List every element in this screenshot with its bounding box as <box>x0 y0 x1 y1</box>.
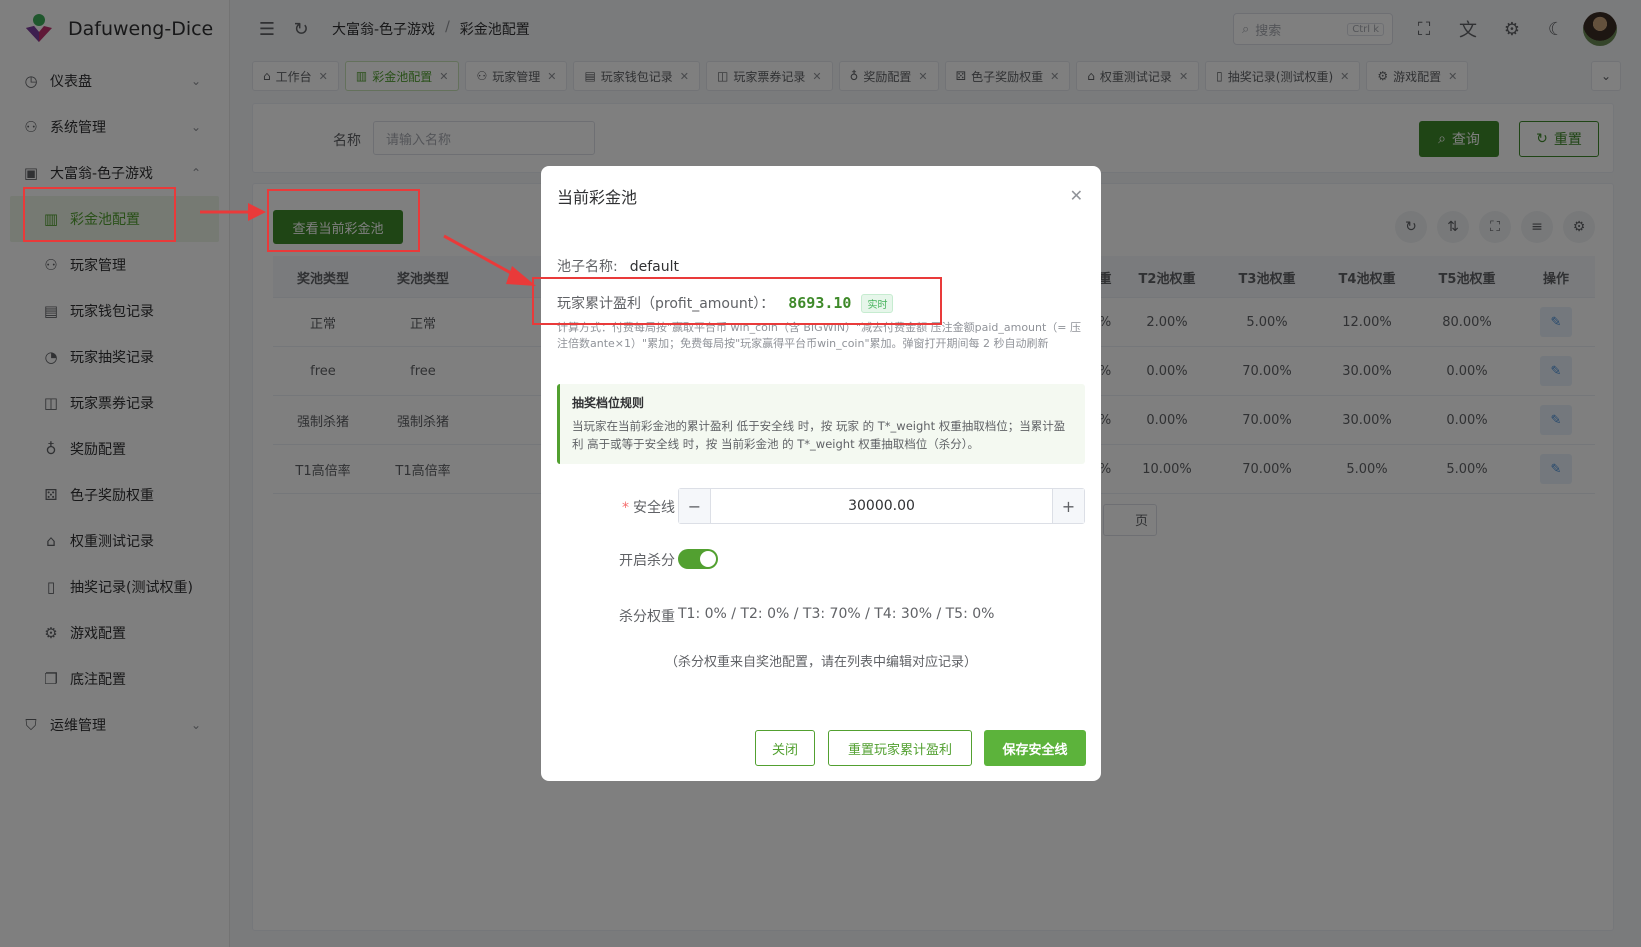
close-icon[interactable]: ✕ <box>1070 186 1083 205</box>
annotation-box-profit <box>532 277 942 325</box>
rule-text: 当玩家在当前彩金池的累计盈利 低于安全线 时，按 玩家 的 T*_weight … <box>572 419 1066 451</box>
increment-button[interactable]: + <box>1052 489 1084 523</box>
close-button[interactable]: 关闭 <box>755 730 815 766</box>
kill-weight-value: T1: 0% / T2: 0% / T3: 70% / T4: 30% / T5… <box>678 606 995 622</box>
draw-rule-box: 抽奖档位规则 当玩家在当前彩金池的累计盈利 低于安全线 时，按 玩家 的 T*_… <box>557 384 1085 464</box>
annotation-arrow <box>200 203 266 221</box>
annotation-arrow <box>443 234 536 286</box>
safety-line-input[interactable]: 30000.00 <box>711 489 1052 523</box>
pool-name: 池子名称: default <box>557 259 679 275</box>
reset-profit-button[interactable]: 重置玩家累计盈利 <box>828 730 972 766</box>
dialog-title: 当前彩金池 <box>557 188 638 207</box>
kill-switch-toggle[interactable] <box>678 549 718 569</box>
annotation-box-view-button <box>267 189 420 252</box>
safety-line-stepper: − 30000.00 + <box>678 488 1085 524</box>
rule-title: 抽奖档位规则 <box>572 396 645 410</box>
kill-weight-label: 杀分权重 <box>619 609 675 625</box>
safety-line-label: * 安全线 <box>622 500 675 516</box>
annotation-box-sidebar <box>23 187 176 242</box>
jackpot-dialog: 当前彩金池 ✕ 池子名称: default 玩家累计盈利（profit_amoun… <box>541 166 1101 781</box>
kill-switch-label: 开启杀分 <box>619 553 675 569</box>
pool-name-value: default <box>629 259 679 275</box>
decrement-button[interactable]: − <box>679 489 711 523</box>
kill-weight-note: （杀分权重来自奖池配置，请在列表中编辑对应记录） <box>664 655 977 670</box>
save-safety-line-button[interactable]: 保存安全线 <box>984 730 1086 766</box>
